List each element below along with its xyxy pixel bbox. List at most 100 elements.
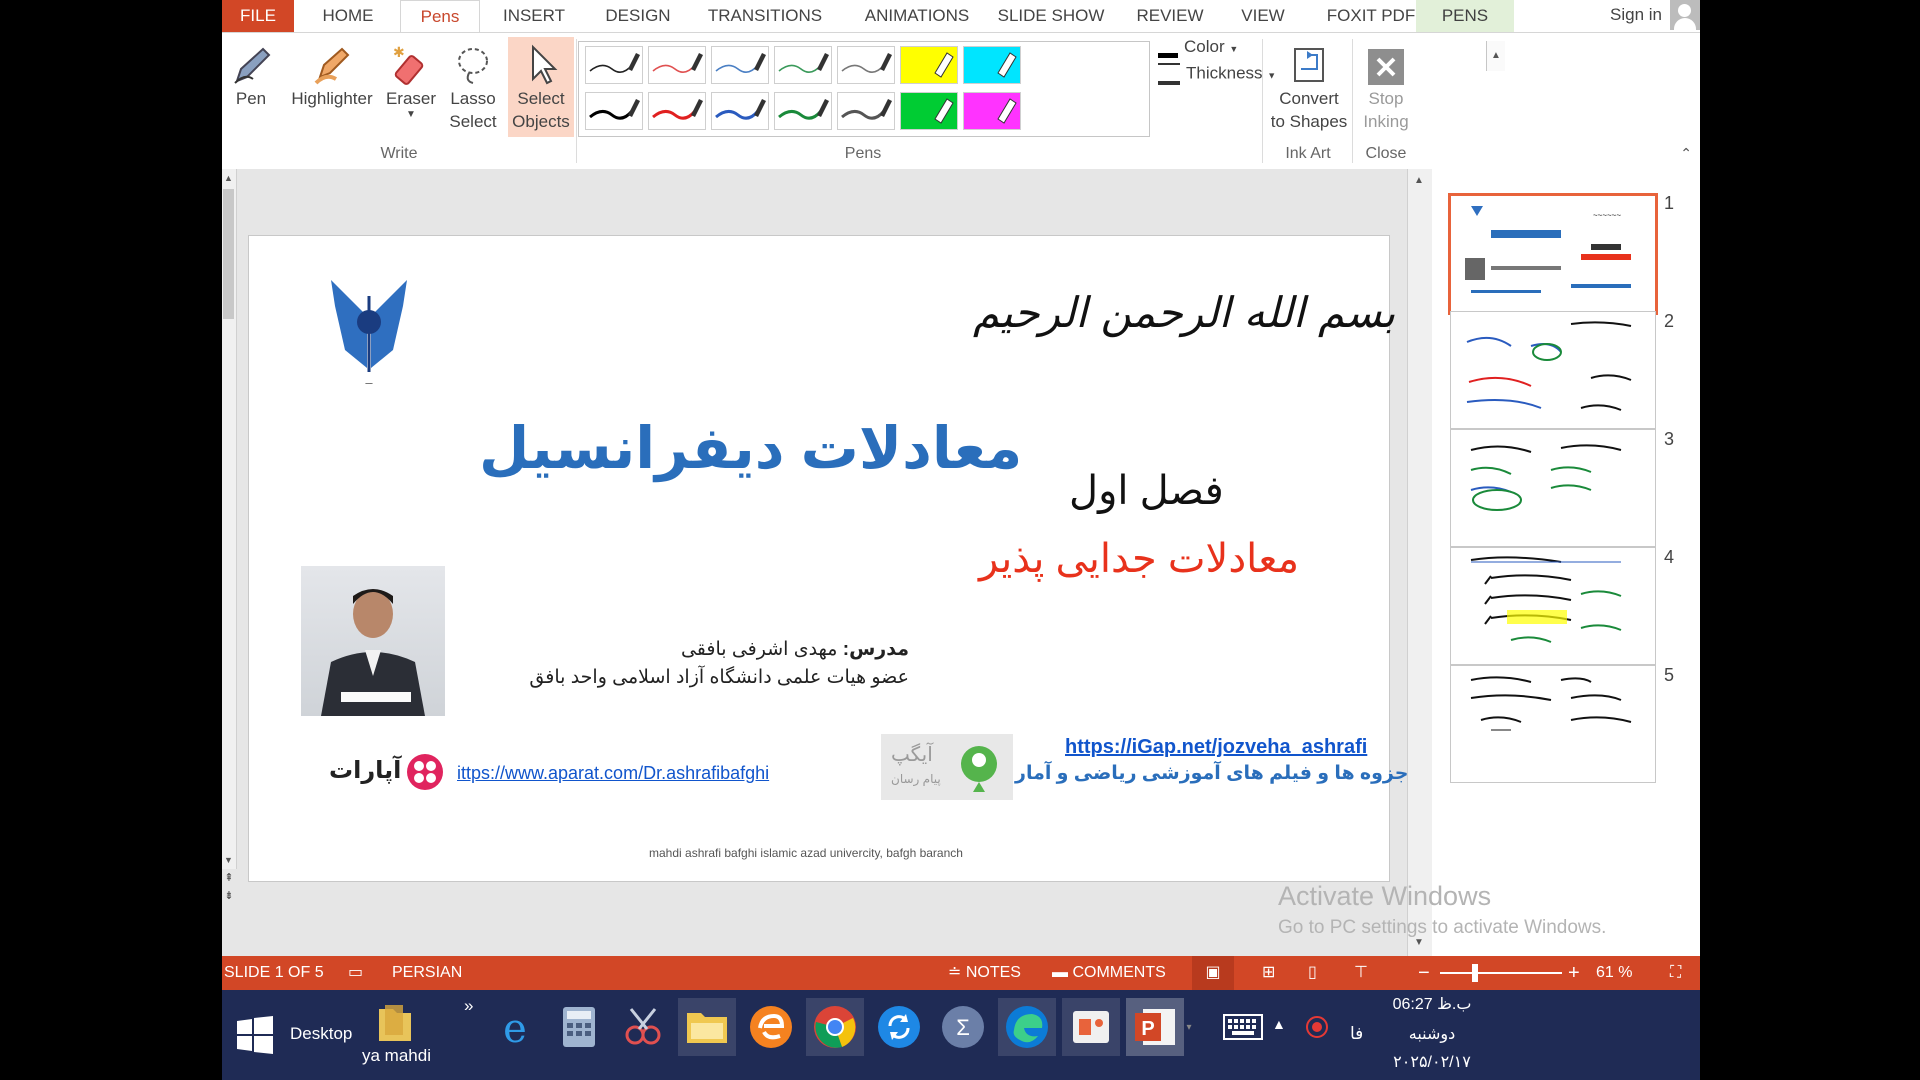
pen-swatch[interactable] xyxy=(963,92,1021,130)
show-hidden-icons[interactable]: ▲ xyxy=(1272,1016,1286,1032)
overflow-chevron-icon[interactable]: » xyxy=(464,996,473,1016)
scroll-up-icon[interactable]: ▲ xyxy=(1414,175,1424,186)
photos-icon[interactable] xyxy=(1062,998,1120,1056)
separator xyxy=(1352,39,1353,163)
spell-check-icon[interactable]: ▭ xyxy=(348,956,363,990)
tab-file[interactable]: FILE xyxy=(222,0,294,32)
stop-inking-button[interactable]: Stop Inking xyxy=(1356,39,1416,133)
sign-in-link[interactable]: Sign in xyxy=(1610,0,1662,30)
tab-slide-show[interactable]: SLIDE SHOW xyxy=(986,0,1116,32)
thumbnail-slide-5[interactable] xyxy=(1450,665,1656,783)
gallery-up-icon[interactable]: ▲ xyxy=(1486,41,1505,71)
notes-button[interactable]: ≐ NOTES xyxy=(948,956,1021,990)
pens-gallery xyxy=(578,41,1150,137)
folder-icon[interactable] xyxy=(366,994,424,1052)
pen-swatch[interactable] xyxy=(585,46,643,84)
editor-area: ▲ ▼ ⇞ ⇟ ـــ بسم الله الرحمن الرحیم معادل… xyxy=(222,169,1700,956)
pen-swatch[interactable] xyxy=(711,46,769,84)
desktop-label[interactable]: Desktop xyxy=(290,1024,352,1044)
keyboard-icon[interactable] xyxy=(1214,998,1272,1056)
tab-pens[interactable]: Pens xyxy=(400,0,480,32)
tab-home[interactable]: HOME xyxy=(302,0,394,32)
math-input-icon[interactable]: Σ xyxy=(934,998,992,1056)
pen-swatch[interactable] xyxy=(774,46,832,84)
convert-to-shapes-button[interactable]: Convert to Shapes xyxy=(1268,39,1350,133)
slideshow-view-icon[interactable]: ⊤ xyxy=(1354,956,1368,990)
sync-app-icon[interactable] xyxy=(870,998,928,1056)
pen-swatch[interactable] xyxy=(900,92,958,130)
tab-view[interactable]: VIEW xyxy=(1224,0,1302,32)
activate-windows-subtitle: Go to PC settings to activate Windows. xyxy=(1278,917,1607,938)
powerpoint-icon[interactable]: P xyxy=(1126,998,1184,1056)
pen-swatch[interactable] xyxy=(585,92,643,130)
slide-canvas[interactable]: ـــ بسم الله الرحمن الرحیم معادلات دیفرا… xyxy=(248,235,1408,882)
zoom-level[interactable]: 61 % xyxy=(1596,956,1632,990)
eraser-dropdown-icon[interactable]: ▼ xyxy=(382,110,440,120)
thumbnail-slide-4[interactable] xyxy=(1450,547,1656,665)
tab-transitions[interactable]: TRANSITIONS xyxy=(690,0,840,32)
pen-swatch[interactable] xyxy=(837,46,895,84)
eraser-button[interactable]: ✱ Eraser ▼ xyxy=(382,39,440,120)
reading-view-icon[interactable]: ▯ xyxy=(1308,956,1317,990)
scrollbar-thumb[interactable] xyxy=(223,189,234,319)
pen-swatch[interactable] xyxy=(900,46,958,84)
pen-swatch[interactable] xyxy=(963,46,1021,84)
collapse-ribbon-icon[interactable]: ⌃ xyxy=(1680,145,1692,162)
pen-icon xyxy=(226,39,276,87)
pen-button[interactable]: Pen xyxy=(226,39,276,110)
tab-review[interactable]: REVIEW xyxy=(1118,0,1222,32)
pen-swatch[interactable] xyxy=(648,46,706,84)
select-objects-button[interactable]: Select Objects xyxy=(508,37,574,137)
chrome-icon[interactable] xyxy=(806,998,864,1056)
zoom-in-icon[interactable]: + xyxy=(1568,956,1580,990)
tab-pens-context[interactable]: PENS xyxy=(1416,0,1514,32)
edge-legacy-icon[interactable] xyxy=(742,998,800,1056)
highlighter-button[interactable]: Highlighter xyxy=(284,39,380,110)
thickness-button[interactable]: Thickness ▼ xyxy=(1158,63,1276,85)
separator xyxy=(1262,39,1263,163)
normal-view-icon[interactable]: ▣ xyxy=(1192,956,1234,990)
folder-label[interactable]: ya mahdi xyxy=(362,1046,431,1066)
thumbnail-slide-2[interactable] xyxy=(1450,311,1656,429)
taskbar-scroll-icon[interactable]: ▾ xyxy=(1184,998,1194,1056)
internet-explorer-icon[interactable]: e xyxy=(486,998,544,1056)
aparat-link[interactable]: ittps://www.aparat.com/Dr.ashrafibafghi xyxy=(457,763,769,784)
clock-day[interactable]: دوشنبه xyxy=(1380,1024,1484,1044)
file-explorer-icon[interactable] xyxy=(678,998,736,1056)
prev-next-slide-controls[interactable]: ⇞ ⇟ xyxy=(222,869,236,929)
tab-animations[interactable]: ANIMATIONS xyxy=(842,0,992,32)
snipping-tool-icon[interactable] xyxy=(614,998,672,1056)
fit-slide-icon[interactable]: ⛶ xyxy=(1670,956,1681,990)
pen-swatch[interactable] xyxy=(648,92,706,130)
tab-insert[interactable]: INSERT xyxy=(486,0,582,32)
zoom-slider-track[interactable] xyxy=(1440,972,1562,974)
thumbnail-slide-3[interactable] xyxy=(1450,429,1656,547)
tab-design[interactable]: DESIGN xyxy=(588,0,688,32)
teacher-photo xyxy=(301,566,445,716)
record-icon[interactable] xyxy=(1288,998,1346,1056)
slide-sorter-icon[interactable]: ⊞ xyxy=(1262,956,1275,990)
edge-icon[interactable] xyxy=(998,998,1056,1056)
color-button[interactable]: Color ▼ xyxy=(1158,37,1238,59)
clock-time[interactable]: 06:27 ب.ظ xyxy=(1380,994,1484,1014)
thumbnail-slide-1[interactable]: ~~~~~~ xyxy=(1448,193,1658,315)
igap-link[interactable]: https://iGap.net/jozveha_ashrafi xyxy=(1065,736,1367,759)
pen-swatch[interactable] xyxy=(711,92,769,130)
input-language-indicator[interactable]: فا xyxy=(1350,1024,1363,1044)
scroll-up-icon[interactable]: ▲ xyxy=(224,173,233,183)
user-avatar-icon[interactable] xyxy=(1670,0,1700,30)
lasso-select-button[interactable]: Lasso Select xyxy=(442,39,504,133)
left-scrollbar[interactable]: ▲ ▼ xyxy=(222,169,237,869)
pen-swatch[interactable] xyxy=(774,92,832,130)
teacher-role: عضو هیات علمی دانشگاه آزاد اسلامی واحد ب… xyxy=(529,667,909,688)
zoom-out-icon[interactable]: − xyxy=(1418,956,1430,990)
language-indicator[interactable]: PERSIAN xyxy=(392,956,462,990)
comments-button[interactable]: ▬ COMMENTS xyxy=(1052,956,1166,990)
clock-date[interactable]: ۲۰۲۵/۰۲/۱۷ xyxy=(1380,1052,1484,1072)
windows-start-icon[interactable] xyxy=(226,1006,284,1064)
calculator-icon[interactable] xyxy=(550,998,608,1056)
scroll-down-icon[interactable]: ▼ xyxy=(224,855,233,865)
zoom-slider-thumb[interactable] xyxy=(1471,964,1478,982)
pen-swatch[interactable] xyxy=(837,92,895,130)
slide-scrollbar[interactable]: ▲ ▼ xyxy=(1407,169,1433,956)
